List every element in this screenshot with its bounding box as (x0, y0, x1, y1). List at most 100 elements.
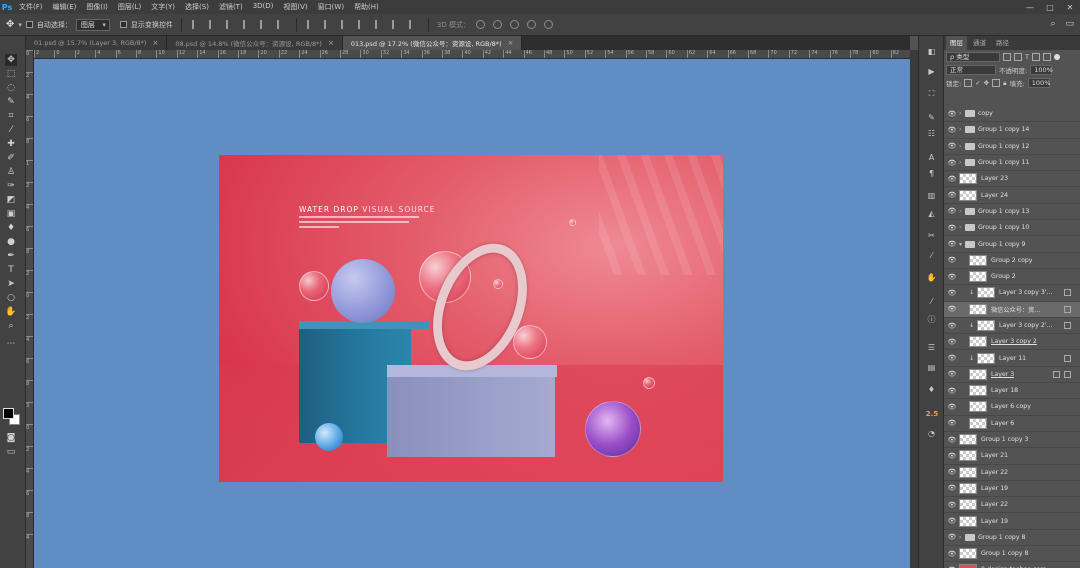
measure-icon[interactable]: ⁄ (926, 296, 937, 307)
menu-item[interactable]: 滤镜(T) (214, 2, 248, 12)
more-tools-icon[interactable]: ⋯ (5, 338, 17, 350)
libraries-icon[interactable]: ▥ (926, 190, 937, 201)
hand-icon[interactable]: ✋ (926, 272, 937, 283)
eye-icon[interactable]: 👁︎ (947, 175, 957, 183)
actions-play-icon[interactable]: ▶ (926, 66, 937, 77)
filter-pixel-icon[interactable] (1003, 53, 1011, 61)
eye-icon[interactable]: 👁︎ (947, 240, 957, 248)
eye-icon[interactable]: 👁︎ (947, 452, 957, 460)
maximize-button[interactable]: □ (1040, 0, 1060, 14)
document-tab[interactable]: 01.psd @ 15.7% (Layer 3, RGB/8*) × (26, 36, 168, 50)
eye-icon[interactable]: 👁︎ (947, 533, 957, 541)
align-hcenter-icon[interactable] (259, 20, 269, 29)
layer-row[interactable]: 👁︎ Layer 3 copy 2 (944, 334, 1080, 351)
layer-row[interactable]: 👁︎ › Group 1 copy 14 (944, 122, 1080, 139)
eye-icon[interactable]: 👁︎ (947, 468, 957, 476)
layer-row[interactable]: 👁︎ ↓ Layer 11 (944, 350, 1080, 367)
layer-row[interactable]: 👁︎ Layer 6 (944, 416, 1080, 432)
distribute-vcenter-icon[interactable] (323, 20, 333, 29)
opacity-input[interactable]: 100% (1030, 65, 1053, 75)
lock-transparent-icon[interactable] (964, 79, 973, 87)
gradient-tool-icon[interactable]: ▣ (5, 208, 17, 220)
eye-icon[interactable]: 👁︎ (947, 273, 957, 281)
menu-item[interactable]: 帮助(H) (349, 2, 384, 12)
minimize-button[interactable]: — (1020, 0, 1040, 14)
layer-row[interactable]: 👁︎ Group 2 copy (944, 253, 1080, 269)
layer-row[interactable]: 👁︎ Layer 3 (944, 367, 1080, 384)
layer-comps-icon[interactable]: ▤ (926, 362, 937, 373)
document-tab[interactable]: 08.psd @ 14.8% (微信公众号：资源设, RGB/8*) × (167, 36, 343, 50)
eraser-tool-icon[interactable]: ◩ (5, 194, 17, 206)
clone-stamp-tool-icon[interactable]: ♙ (5, 166, 17, 178)
document-canvas[interactable]: WATER DROP VISUAL SOURCE (219, 155, 723, 482)
filter-shape-icon[interactable] (1031, 53, 1040, 61)
align-right-icon[interactable] (276, 20, 286, 29)
menu-item[interactable]: 3D(D) (248, 2, 279, 12)
layer-row[interactable]: 👁︎ Layer 22 (944, 497, 1080, 514)
tool-presets-icon[interactable]: ✂ (926, 230, 937, 241)
character-icon[interactable]: A (926, 152, 937, 163)
3d-rotate-icon[interactable] (475, 20, 485, 29)
layer-row[interactable]: 👁︎ Layer 22 (944, 465, 1080, 481)
eye-icon[interactable]: 👁︎ (947, 126, 957, 134)
lock-all-icon[interactable]: 🔒︎ (1003, 79, 1006, 88)
auto-select-dropdown[interactable]: 图层 (75, 18, 110, 31)
healing-brush-tool-icon[interactable]: ✚ (5, 138, 17, 150)
close-button[interactable]: ✕ (1060, 0, 1080, 14)
type-tool-icon[interactable]: T (5, 264, 17, 276)
foreground-color-swatch[interactable] (3, 408, 14, 419)
layer-row[interactable]: 👁︎ Layer 19 (944, 513, 1080, 530)
auto-select-checkbox[interactable] (25, 21, 33, 28)
layer-row[interactable]: 👁︎ › Group 1 copy 11 (944, 155, 1080, 172)
align-bottom-icon[interactable] (225, 20, 235, 29)
panel-tab[interactable]: 图层 (946, 36, 967, 50)
eye-icon[interactable]: 👁︎ (947, 142, 957, 150)
layer-row[interactable]: 👁︎ 微信公众号：资... (944, 301, 1080, 318)
layer-row[interactable]: 👁︎0-design.taobao.com (944, 562, 1080, 568)
close-icon[interactable]: × (508, 39, 514, 47)
distribute-hcenter-icon[interactable] (374, 20, 384, 29)
eye-icon[interactable]: 👁︎ (947, 305, 957, 313)
blur-tool-icon[interactable]: ♦ (5, 222, 17, 234)
filter-toggle-icon[interactable] (1053, 54, 1060, 60)
layer-row[interactable]: 👁︎ › Group 1 copy 10 (944, 220, 1080, 237)
align-panel-icon[interactable]: ☰ (926, 342, 937, 353)
align-top-icon[interactable] (191, 20, 201, 29)
layer-row[interactable]: 👁︎ Layer 24 (944, 187, 1080, 204)
eye-icon[interactable]: 👁︎ (947, 191, 957, 199)
lock-artboard-icon[interactable] (992, 79, 1001, 87)
eye-icon[interactable]: 👁︎ (947, 338, 957, 346)
brush-tool-icon[interactable]: ✐ (5, 152, 17, 164)
eye-icon[interactable]: 👁︎ (947, 354, 957, 362)
layer-row[interactable]: 👁︎ Group 1 copy 3 (944, 432, 1080, 449)
move-tool-icon[interactable]: ✥ (6, 19, 14, 30)
marquee-tool-icon[interactable]: ⬚ (5, 68, 17, 80)
eyedropper-tool-icon[interactable]: ⁄ (5, 124, 17, 136)
close-icon[interactable]: × (328, 39, 334, 47)
layer-row[interactable]: 👁︎ › Group 1 copy 8 (944, 530, 1080, 547)
fill-input[interactable]: 100% (1027, 78, 1050, 88)
layer-row[interactable]: 👁︎ Layer 21 (944, 448, 1080, 465)
layer-row[interactable]: 👁︎ › Group 1 copy 13 (944, 204, 1080, 221)
canvas-workspace[interactable]: WATER DROP VISUAL SOURCE (34, 59, 910, 568)
menu-item[interactable]: 文件(F) (14, 2, 48, 12)
3d-drag-icon[interactable] (509, 20, 519, 29)
eye-icon[interactable]: 👁︎ (947, 550, 957, 558)
paragraph-icon[interactable]: ¶ (926, 168, 937, 179)
pen-tool-icon[interactable]: ✒ (5, 250, 17, 262)
distribute-left-icon[interactable] (357, 20, 367, 29)
layer-row[interactable]: 👁︎ ▾ Group 1 copy 9 (944, 236, 1080, 253)
brush-settings-icon[interactable]: ✎ (926, 112, 937, 123)
eye-icon[interactable]: 👁︎ (947, 224, 957, 232)
move-tool-icon[interactable]: ✥ (5, 54, 17, 66)
eye-icon[interactable]: 👁︎ (947, 419, 957, 427)
menu-item[interactable]: 图层(L) (113, 2, 146, 12)
close-icon[interactable]: × (152, 39, 158, 47)
3d-slide-icon[interactable] (526, 20, 536, 29)
layer-row[interactable]: 👁︎ Layer 23 (944, 171, 1080, 188)
filter-type-icon[interactable]: T (1025, 53, 1029, 61)
menu-item[interactable]: 图像(I) (81, 2, 113, 12)
eye-icon[interactable]: 👁︎ (947, 484, 957, 492)
layer-row[interactable]: 👁︎ Layer 18 (944, 383, 1080, 400)
search-icon[interactable]: ⌕ (1050, 19, 1055, 29)
